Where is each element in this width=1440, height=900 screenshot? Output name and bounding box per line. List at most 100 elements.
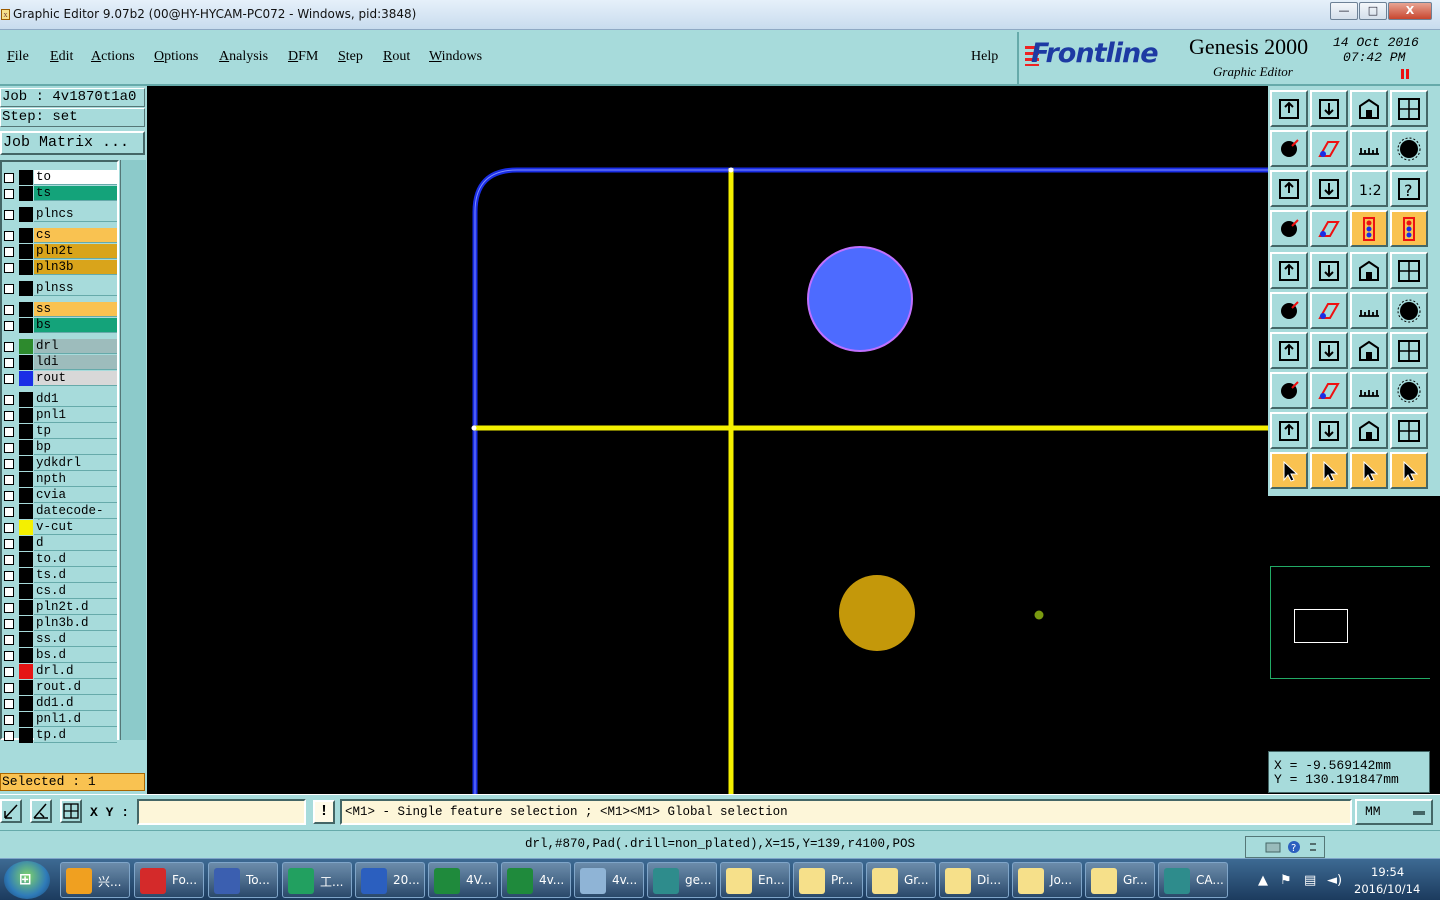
layer-traffic-icon[interactable] (1350, 210, 1388, 247)
input-method-widget[interactable]: ? (1245, 836, 1325, 858)
layer-name[interactable]: ss.d (34, 632, 117, 647)
move-right-icon[interactable] (1310, 130, 1348, 167)
horizontal-line-icon[interactable] (1310, 372, 1348, 409)
layer-row-dd1[interactable]: dd1 (2, 392, 117, 407)
layer-row-rout[interactable]: rout (2, 371, 117, 386)
snake-icon[interactable] (1390, 130, 1428, 167)
layer-color-swatch[interactable] (19, 456, 33, 471)
layer-name[interactable]: v-cut (34, 520, 117, 535)
layer-row-ss[interactable]: ss (2, 302, 117, 317)
layer-color-swatch[interactable] (19, 568, 33, 583)
menu-analysis[interactable]: Analysis (219, 49, 268, 65)
layer-down-icon[interactable] (1310, 90, 1348, 127)
layer-checkbox[interactable] (4, 459, 14, 469)
split-line-icon[interactable] (1390, 332, 1428, 369)
layer-checkbox[interactable] (4, 731, 14, 741)
graphic-canvas[interactable] (147, 86, 1268, 794)
layer-list-scrollbar[interactable] (120, 160, 146, 740)
layer-row-pnl1[interactable]: pnl1 (2, 408, 117, 423)
connect-nodes-icon[interactable] (1270, 292, 1308, 329)
layer-color-swatch[interactable] (19, 440, 33, 455)
layer-name[interactable]: rout.d (34, 680, 117, 695)
layer-row-tp[interactable]: tp (2, 424, 117, 439)
layer-checkbox[interactable] (4, 475, 14, 485)
layer-row-rout.d[interactable]: rout.d (2, 680, 117, 695)
taskbar-item[interactable]: En... (720, 862, 790, 898)
layer-name[interactable]: cs (34, 228, 117, 243)
taskbar-item[interactable]: ge... (647, 862, 717, 898)
layer-row-plncs[interactable]: plncs (2, 207, 117, 222)
layer-row-pnl1.d[interactable]: pnl1.d (2, 712, 117, 727)
minimize-button[interactable]: — (1330, 2, 1358, 20)
layer-row-bs[interactable]: bs (2, 318, 117, 333)
layer-name[interactable]: d (34, 536, 117, 551)
layer-name[interactable]: to.d (34, 552, 117, 567)
layer-checkbox[interactable] (4, 374, 14, 384)
layer-row-pln2t.d[interactable]: pln2t.d (2, 600, 117, 615)
layer-name[interactable]: ldi (34, 355, 117, 370)
angle-icon[interactable] (1270, 332, 1308, 369)
layer-checkbox[interactable] (4, 635, 14, 645)
layer-row-datecode-ts[interactable]: datecode-ts (2, 504, 117, 532)
traffic-light-icon[interactable] (1390, 210, 1428, 247)
layer-checkbox[interactable] (4, 342, 14, 352)
overview-map[interactable] (1270, 566, 1430, 679)
move-left-icon[interactable] (1270, 130, 1308, 167)
layer-color-swatch[interactable] (19, 680, 33, 695)
layer-checkbox[interactable] (4, 507, 14, 517)
layer-color-swatch[interactable] (19, 371, 33, 386)
layer-checkbox[interactable] (4, 491, 14, 501)
taskbar-item[interactable]: CA... (1158, 862, 1228, 898)
layer-checkbox[interactable] (4, 247, 14, 257)
layer-color-swatch[interactable] (19, 392, 33, 407)
layer-name[interactable]: ss (34, 302, 117, 317)
layer-checkbox[interactable] (4, 619, 14, 629)
layer-checkbox[interactable] (4, 189, 14, 199)
layer-checkbox[interactable] (4, 571, 14, 581)
taskbar-item[interactable]: 兴... (60, 862, 130, 898)
layer-color-swatch[interactable] (19, 616, 33, 631)
layer-row-v-cut[interactable]: v-cut (2, 520, 117, 535)
tray-expand-icon[interactable]: ▲ (1258, 873, 1268, 888)
menu-options[interactable]: Options (154, 49, 198, 65)
layer-name[interactable]: pnl1.d (34, 712, 117, 727)
peak-icon[interactable] (1310, 412, 1348, 449)
layer-name[interactable]: npth (34, 472, 117, 487)
delete-node-icon[interactable] (1310, 292, 1348, 329)
layer-checkbox[interactable] (4, 427, 14, 437)
add-node-icon[interactable] (1350, 292, 1388, 329)
measure-tool-icon[interactable] (1270, 210, 1308, 247)
layer-color-swatch[interactable] (19, 712, 33, 727)
layer-color-swatch[interactable] (19, 244, 33, 259)
layer-color-swatch[interactable] (19, 600, 33, 615)
layer-color-swatch[interactable] (19, 318, 33, 333)
layer-checkbox[interactable] (4, 651, 14, 661)
layer-row-bs.d[interactable]: bs.d (2, 648, 117, 663)
layer-row-cs.d[interactable]: cs.d (2, 584, 117, 599)
layer-checkbox[interactable] (4, 555, 14, 565)
taskbar-item[interactable]: Pr... (793, 862, 863, 898)
layer-name[interactable]: pln3b.d (34, 616, 117, 631)
ruler-icon[interactable] (1350, 252, 1388, 289)
layer-color-swatch[interactable] (19, 302, 33, 317)
layer-checkbox[interactable] (4, 358, 14, 368)
layer-name[interactable]: dd1.d (34, 696, 117, 711)
units-dropdown[interactable]: MM (1355, 799, 1433, 825)
layer-name[interactable]: bs (34, 318, 117, 333)
layer-color-swatch[interactable] (19, 281, 33, 296)
layer-name[interactable]: plnss (34, 281, 117, 296)
tray-network-icon[interactable]: ▤ (1304, 873, 1316, 888)
layer-name[interactable]: datecode-ts (34, 504, 117, 532)
layer-color-swatch[interactable] (19, 355, 33, 370)
layer-row-drl.d[interactable]: drl.d (2, 664, 117, 679)
layer-color-swatch[interactable] (19, 339, 33, 354)
xy-input[interactable] (137, 799, 306, 825)
layer-name[interactable]: rout (34, 371, 117, 386)
layer-checkbox[interactable] (4, 395, 14, 405)
line-icon[interactable] (1310, 332, 1348, 369)
start-button[interactable]: ⊞ (4, 861, 50, 899)
layer-row-cs[interactable]: cs (2, 228, 117, 243)
layer-name[interactable]: to (34, 170, 117, 185)
zoom-1to1-icon[interactable]: 1:2 (1350, 170, 1388, 207)
layer-color-swatch[interactable] (19, 536, 33, 551)
